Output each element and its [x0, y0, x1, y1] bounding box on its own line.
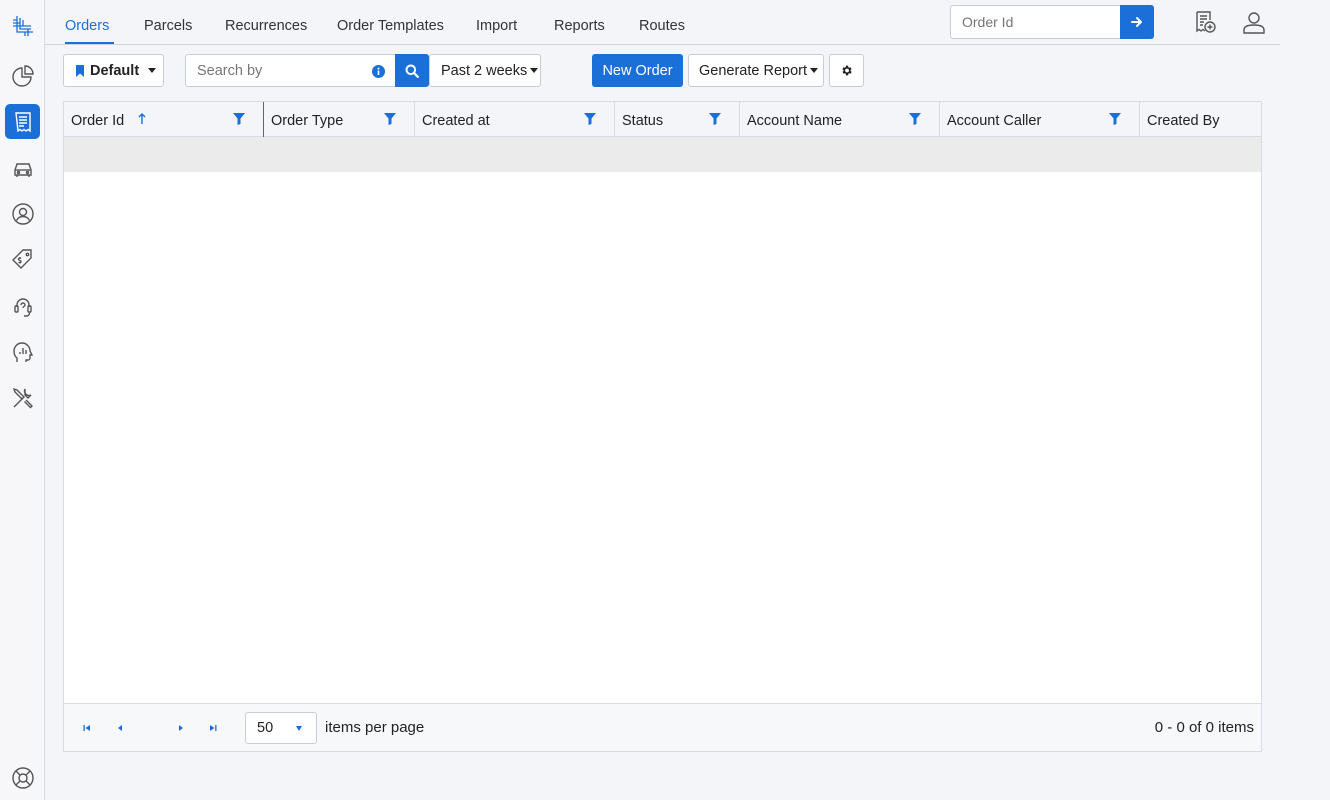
saved-view-dropdown[interactable]: Default	[63, 54, 164, 87]
orders-grid: Order Id Order Type Created at Status Ac…	[63, 101, 1262, 752]
pricing-tag-icon[interactable]	[5, 242, 40, 277]
support-headset-icon[interactable]	[5, 288, 40, 323]
search-input[interactable]	[186, 55, 356, 86]
orders-icon[interactable]	[5, 104, 40, 139]
filter-icon[interactable]	[709, 113, 721, 125]
filter-icon[interactable]	[1109, 113, 1121, 125]
user-profile-icon[interactable]	[1242, 10, 1266, 34]
search-button[interactable]	[395, 54, 429, 87]
active-tab-indicator	[65, 42, 114, 44]
filter-icon[interactable]	[384, 113, 396, 125]
chevron-down-icon	[810, 68, 819, 73]
next-page-icon[interactable]	[176, 723, 186, 733]
generate-report-label: Generate Report	[699, 62, 808, 79]
filter-icon[interactable]	[909, 113, 921, 125]
last-page-icon[interactable]	[208, 723, 218, 733]
column-header-status[interactable]: Status	[615, 102, 740, 137]
new-order-button[interactable]: New Order	[592, 54, 683, 87]
tab-import[interactable]: Import	[476, 18, 517, 34]
items-per-page-label: items per page	[325, 719, 425, 736]
search-field	[185, 54, 395, 87]
app-logo-icon[interactable]	[5, 8, 40, 43]
tab-orders[interactable]: Orders	[65, 18, 109, 34]
column-header-account-caller[interactable]: Account Caller	[940, 102, 1140, 137]
grid-settings-button[interactable]	[829, 54, 864, 87]
saved-view-label: Default	[90, 62, 140, 79]
analytics-head-icon[interactable]	[5, 334, 40, 369]
tab-order-templates[interactable]: Order Templates	[337, 18, 444, 34]
chevron-down-icon	[148, 68, 157, 73]
gear-icon	[842, 65, 852, 76]
sidebar	[0, 0, 45, 800]
tab-reports[interactable]: Reports	[554, 18, 605, 34]
order-id-input[interactable]	[950, 5, 1120, 39]
date-range-label: Past 2 weeks	[441, 62, 528, 79]
sort-ascending-icon[interactable]	[137, 112, 147, 126]
account-icon[interactable]	[5, 196, 40, 231]
help-lifebuoy-icon[interactable]	[5, 760, 40, 795]
page-size-value: 50	[257, 720, 274, 736]
go-to-order-button[interactable]	[1120, 5, 1154, 39]
tools-icon[interactable]	[5, 380, 40, 415]
tab-parcels[interactable]: Parcels	[144, 18, 192, 34]
previous-page-icon[interactable]	[115, 723, 125, 733]
column-header-created-by[interactable]: Created By	[1140, 102, 1261, 137]
tab-recurrences[interactable]: Recurrences	[225, 18, 307, 34]
column-header-account-name[interactable]: Account Name	[740, 102, 940, 137]
grid-pager: 50 items per page 0 - 0 of 0 items	[64, 703, 1261, 751]
column-header-created-at[interactable]: Created at	[415, 102, 615, 137]
table-row	[64, 137, 1261, 172]
first-page-icon[interactable]	[82, 723, 92, 733]
arrow-right-icon	[1131, 17, 1142, 27]
search-icon	[405, 64, 419, 78]
column-header-order-id[interactable]: Order Id	[64, 102, 264, 137]
pager-item-count: 0 - 0 of 0 items	[1154, 719, 1254, 736]
column-header-order-type[interactable]: Order Type	[264, 102, 415, 137]
filter-icon[interactable]	[584, 113, 596, 125]
bookmark-icon	[76, 64, 84, 77]
chevron-down-icon	[530, 68, 539, 73]
info-icon[interactable]	[372, 65, 385, 78]
generate-report-dropdown[interactable]: Generate Report	[688, 54, 824, 87]
page-size-select[interactable]: 50	[245, 712, 317, 744]
grid-header: Order Id Order Type Created at Status Ac…	[64, 102, 1261, 137]
dashboard-chart-icon[interactable]	[5, 58, 40, 93]
date-range-dropdown[interactable]: Past 2 weeks	[429, 54, 541, 87]
filter-icon[interactable]	[233, 113, 245, 125]
vehicle-icon[interactable]	[5, 150, 40, 185]
new-order-document-icon[interactable]	[1193, 10, 1217, 34]
chevron-down-icon	[296, 726, 302, 731]
tab-routes[interactable]: Routes	[639, 18, 685, 34]
